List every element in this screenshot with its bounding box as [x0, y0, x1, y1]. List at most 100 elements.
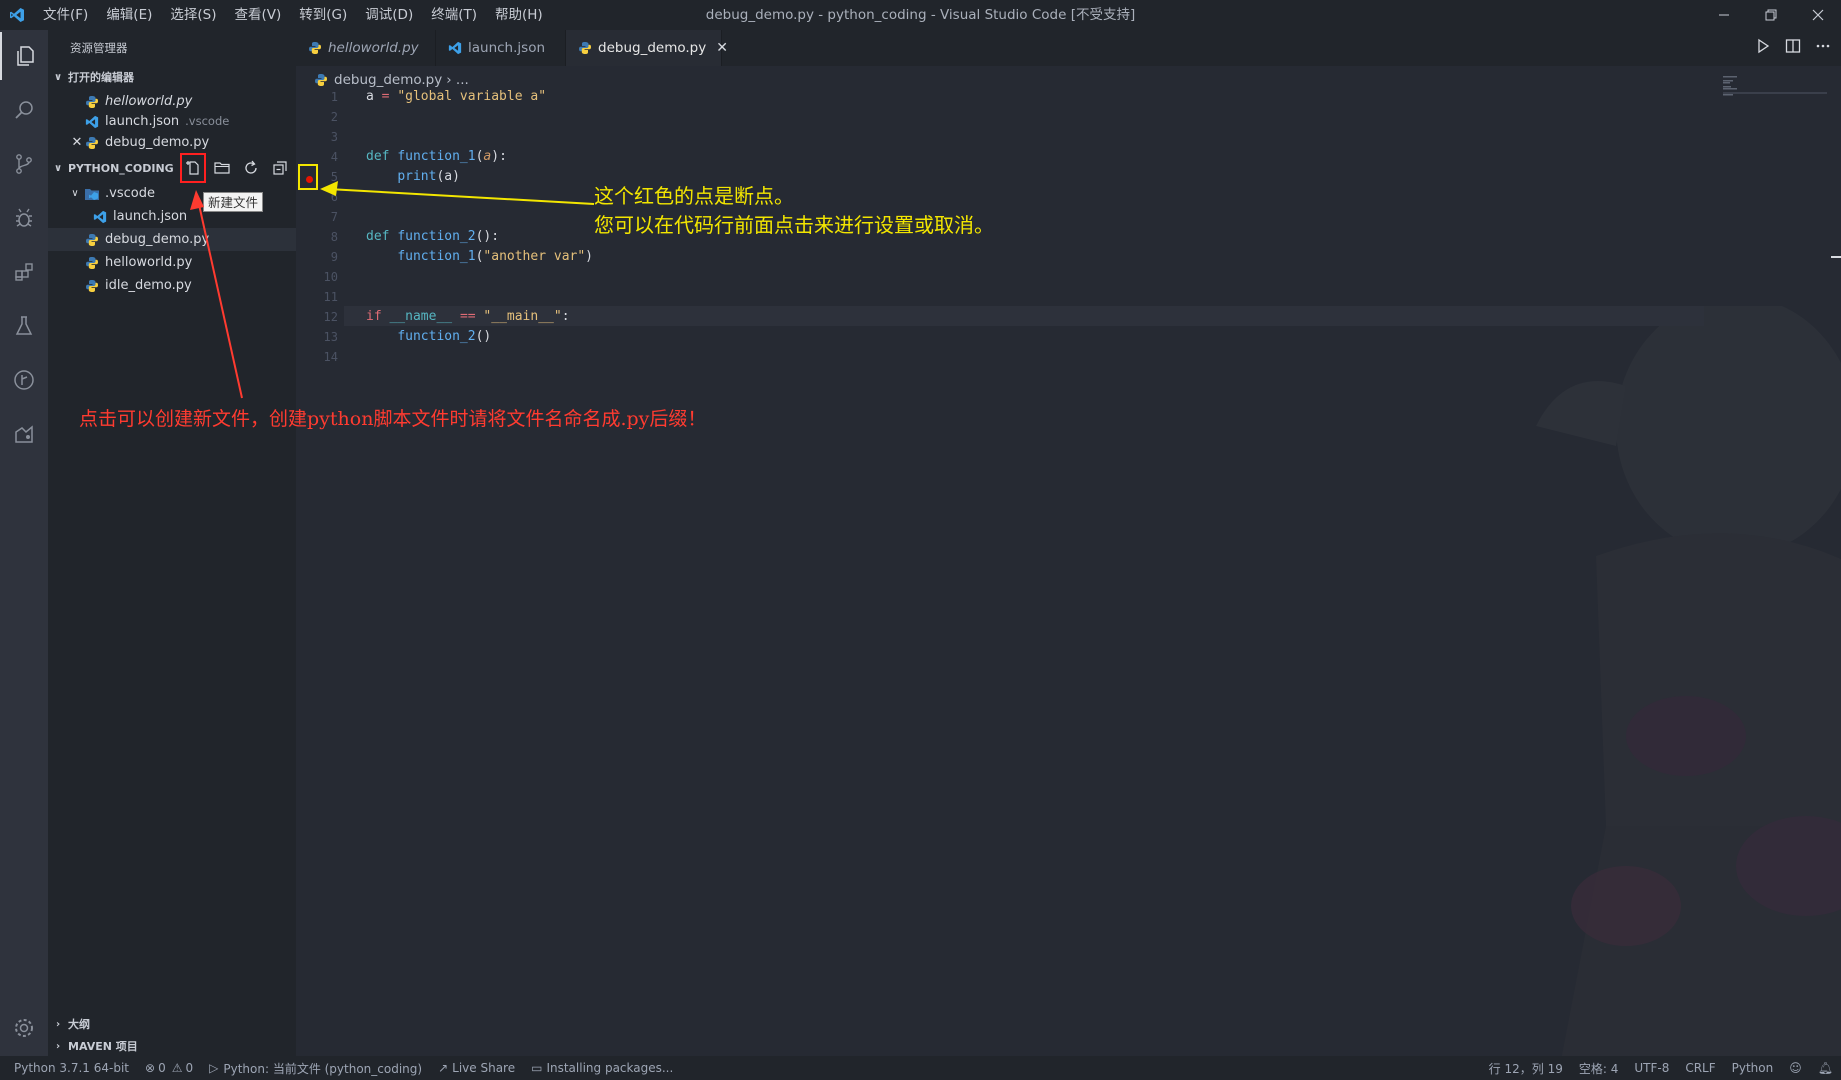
code-token: def [366, 149, 390, 164]
code-token: function_2 [397, 329, 476, 344]
new-folder-button[interactable] [211, 157, 233, 179]
menu-selection[interactable]: 选择(S) [161, 0, 225, 30]
python-icon [84, 135, 100, 151]
settings-gear-icon[interactable] [0, 1004, 48, 1052]
vscode-icon [92, 209, 108, 225]
collapse-all-button[interactable] [269, 157, 291, 179]
chevron-right-icon: › [55, 1019, 61, 1030]
code-token: "__main__" [483, 309, 562, 324]
close-tab-icon[interactable]: ✕ [716, 40, 728, 56]
indentation[interactable]: 空格: 4 [1571, 1060, 1627, 1077]
menu-help[interactable]: 帮助(H) [486, 0, 552, 30]
minimap[interactable] [1717, 76, 1827, 106]
code-token: a [483, 149, 492, 164]
run-config-label: Python: 当前文件 (python_coding) [223, 1061, 423, 1076]
git-graph-icon[interactable] [0, 356, 48, 404]
code-line-9[interactable]: function_1("another var") [366, 249, 593, 264]
tab-helloworld[interactable]: helloworld.py [296, 30, 436, 66]
file-name: helloworld.py [105, 255, 193, 270]
code-line-12[interactable]: if __name__ == "__main__": [366, 309, 570, 324]
file-name: debug_demo.py [105, 232, 210, 247]
maven-section-header[interactable]: › MAVEN 项目 [48, 1036, 296, 1058]
title-bar: 文件(F) 编辑(E) 选择(S) 查看(V) 转到(G) 调试(D) 终端(T… [0, 0, 1841, 30]
breadcrumb: debug_demo.py › ... [314, 70, 469, 90]
python-icon [84, 278, 100, 294]
close-window-button[interactable] [1794, 0, 1841, 30]
run-play-icon[interactable] [1755, 38, 1771, 58]
tree-file-helloworld[interactable]: helloworld.py [48, 251, 296, 274]
python-interpreter[interactable]: Python 3.7.1 64-bit [0, 1061, 137, 1075]
code-editor[interactable]: debug_demo.py › ... 1 2 3 4 5 6 7 8 9 10… [296, 66, 1841, 1056]
tab-debug-demo[interactable]: debug_demo.py ✕ [566, 30, 728, 66]
debug-icon[interactable] [0, 194, 48, 242]
tab-launch-json[interactable]: launch.json [436, 30, 566, 66]
live-share[interactable]: ↗ Live Share [430, 1061, 523, 1075]
open-editor-item[interactable]: ✕ debug_demo.py [48, 131, 296, 154]
code-line-1[interactable]: a = "global variable a" [366, 89, 546, 104]
run-config[interactable]: ▷ Python: 当前文件 (python_coding) [201, 1060, 430, 1077]
menu-debug[interactable]: 调试(D) [356, 0, 422, 30]
new-file-highlight-box [180, 153, 206, 183]
file-name: idle_demo.py [105, 278, 192, 293]
editor-tabs: helloworld.py launch.json debug_demo.py … [296, 30, 1841, 66]
encoding[interactable]: UTF-8 [1626, 1061, 1677, 1075]
open-editors-header[interactable]: ∨ 打开的编辑器 [48, 67, 296, 89]
code-line-8[interactable]: def function_2(): [366, 229, 499, 244]
breakpoint-dot[interactable] [306, 176, 313, 183]
problems-indicator[interactable]: ⊗ 0 ⚠ 0 [137, 1061, 201, 1075]
code-line-5[interactable]: print(a) [366, 169, 460, 184]
open-editor-item[interactable]: launch.json .vscode [48, 110, 296, 133]
python-icon [578, 41, 592, 55]
annotation-line: 您可以在代码行前面点击来进行设置或取消。 [594, 213, 994, 237]
language-mode[interactable]: Python [1724, 1061, 1782, 1075]
background-anime-art [1536, 306, 1841, 1056]
explorer-icon[interactable] [0, 32, 48, 80]
code-token: = [381, 89, 390, 104]
extensions-icon[interactable] [0, 248, 48, 296]
menu-go[interactable]: 转到(G) [290, 0, 356, 30]
tab-label: launch.json [468, 40, 546, 56]
menu-file[interactable]: 文件(F) [34, 0, 97, 30]
line-number: 10 [323, 270, 338, 284]
line-number: 7 [330, 210, 338, 224]
installing-status[interactable]: ▭ Installing packages... [523, 1061, 681, 1075]
code-line-13[interactable]: function_2() [366, 329, 491, 344]
more-actions-icon[interactable] [1815, 38, 1831, 58]
tree-file-debug-demo[interactable]: debug_demo.py [48, 228, 296, 251]
outline-label: 大纲 [68, 1018, 90, 1031]
vscode-folder-icon [84, 186, 100, 202]
outline-section-header[interactable]: › 大纲 [48, 1014, 296, 1036]
menu-terminal[interactable]: 终端(T) [422, 0, 486, 30]
new-file-annotation: 点击可以创建新文件，创建python脚本文件时请将文件名命名成.py后缀！ [79, 408, 707, 430]
new-file-tooltip: 新建文件 [203, 192, 264, 212]
source-control-icon[interactable] [0, 140, 48, 188]
restore-button[interactable] [1747, 0, 1794, 30]
error-icon: ⊗ [145, 1061, 156, 1075]
vscode-icon [84, 114, 100, 130]
tree-file-idle-demo[interactable]: idle_demo.py [48, 274, 296, 297]
testing-flask-icon[interactable] [0, 302, 48, 350]
breadcrumb-rest[interactable]: › ... [446, 72, 469, 88]
line-number: 1 [330, 90, 338, 104]
bell-icon[interactable]: 🔔︎ [1810, 1061, 1841, 1075]
code-token: == [459, 309, 476, 324]
minimize-button[interactable] [1700, 0, 1747, 30]
chevron-down-icon: ∨ [71, 188, 79, 199]
search-icon[interactable] [0, 86, 48, 134]
end-of-line[interactable]: CRLF [1677, 1061, 1723, 1075]
refresh-button[interactable] [240, 157, 262, 179]
menu-view[interactable]: 查看(V) [226, 0, 291, 30]
line-number: 4 [330, 150, 338, 164]
feedback-icon[interactable]: ☺ [1781, 1061, 1810, 1075]
line-number: 2 [330, 110, 338, 124]
chevron-right-icon: › [55, 1041, 61, 1052]
close-icon[interactable]: ✕ [70, 135, 84, 151]
python-icon [84, 255, 100, 271]
remote-explorer-icon[interactable] [0, 410, 48, 458]
code-line-4[interactable]: def function_1(a): [366, 149, 507, 164]
live-share-icon: ↗ [438, 1061, 449, 1075]
menu-edit[interactable]: 编辑(E) [97, 0, 161, 30]
cursor-position[interactable]: 行 12，列 19 [1481, 1060, 1571, 1077]
breadcrumb-file[interactable]: debug_demo.py [334, 72, 442, 88]
split-editor-icon[interactable] [1785, 38, 1801, 58]
